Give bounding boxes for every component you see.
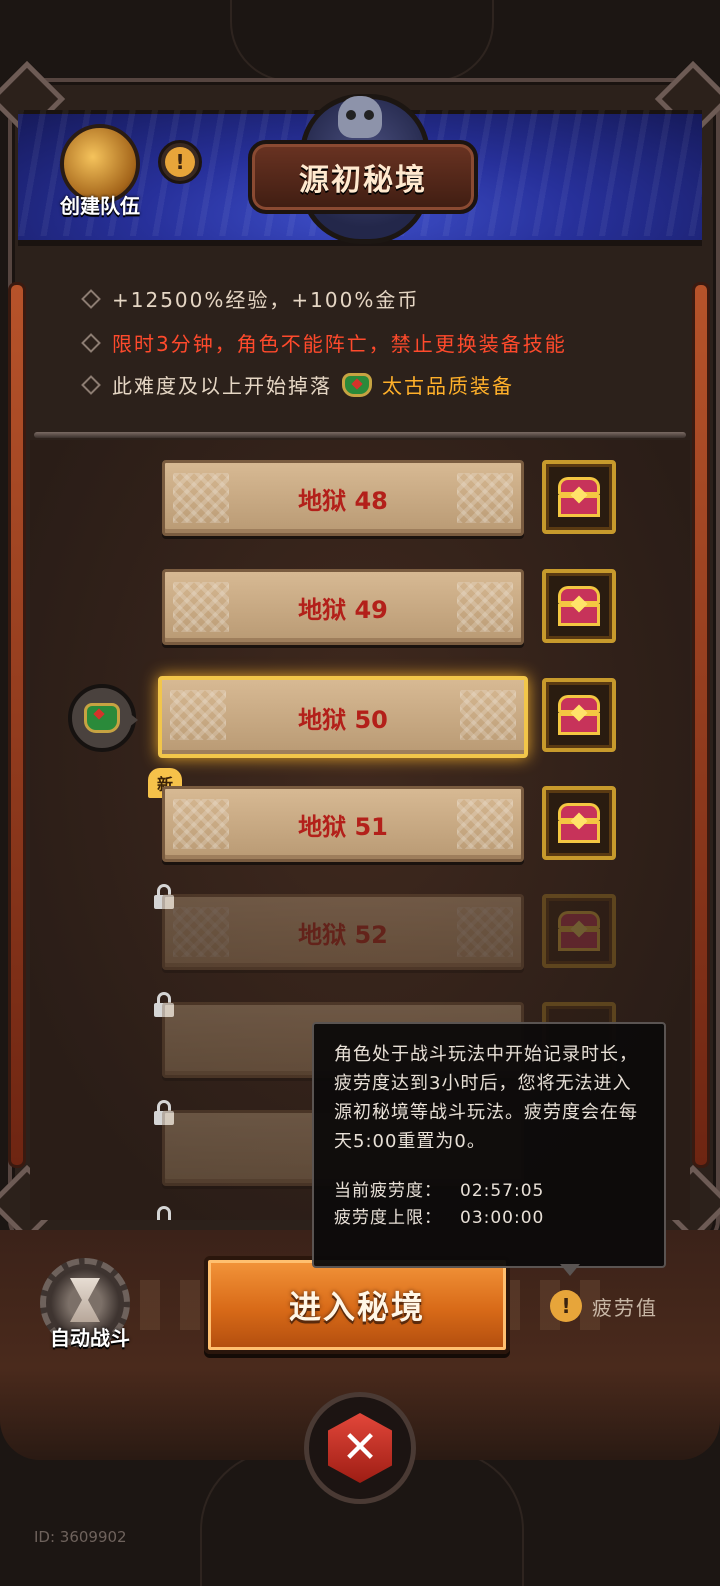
skull-emblem-icon (338, 96, 382, 138)
bullet-diamond-icon (81, 288, 101, 309)
page-title: 源初秘境 (299, 163, 427, 198)
level-button-52[interactable]: 地狱 52 (162, 894, 524, 970)
left-side-bar (8, 282, 26, 1168)
gem-armor-icon (342, 372, 372, 397)
chest-icon (558, 695, 600, 735)
crossed-swords-icon: ✕ (328, 1413, 392, 1483)
level-label: 地狱 51 (298, 812, 388, 841)
drop-text: 此难度及以上开始掉落 (112, 374, 332, 398)
info-button[interactable]: ! (158, 140, 202, 184)
reward-chest-button-52[interactable] (542, 894, 616, 968)
chest-icon (558, 477, 600, 517)
warning-icon: ! (550, 1290, 582, 1322)
knot-ornament-icon (460, 690, 516, 740)
fatigue-button[interactable]: ! 疲劳值 (550, 1290, 658, 1322)
reward-text: +12500%经验，+100%金币 (112, 288, 420, 312)
auto-battle-label[interactable]: 自动战斗 (30, 1322, 150, 1351)
knot-ornament-icon (457, 582, 513, 632)
chest-icon (558, 586, 600, 626)
level-label: 地狱 52 (298, 920, 388, 949)
level-label: 地狱 48 (298, 486, 388, 515)
user-id: ID: 3609902 (34, 1528, 127, 1546)
bullet-diamond-icon (81, 374, 101, 395)
knot-ornament-icon (173, 473, 229, 523)
lock-icon (154, 1206, 174, 1232)
current-fatigue-row: 当前疲劳度： 02:57:05 (334, 1178, 644, 1205)
title-plate: 源初秘境 (248, 140, 478, 214)
gem-armor-icon (84, 703, 120, 733)
reward-chest-button-49[interactable] (542, 569, 616, 643)
background-ornament-top (230, 0, 494, 82)
create-team-label[interactable]: 创建队伍 (40, 190, 160, 219)
reward-chest-button-51[interactable] (542, 786, 616, 860)
fatigue-limit-row: 疲劳度上限： 03:00:00 (334, 1205, 644, 1232)
chest-icon (558, 803, 600, 843)
knot-ornament-icon (173, 907, 229, 957)
current-fatigue-label: 当前疲劳度： (334, 1181, 442, 1201)
fatigue-limit-value: 03:00:00 (460, 1208, 545, 1228)
reward-line: +12500%经验，+100%金币 (81, 284, 420, 313)
knot-ornament-icon (173, 582, 229, 632)
level-button-49[interactable]: 地狱 49 (162, 569, 524, 645)
knot-ornament-icon (457, 473, 513, 523)
level-button-50[interactable]: 地狱 50 (158, 676, 528, 758)
drop-line: 此难度及以上开始掉落 太古品质装备 (81, 370, 514, 399)
quality-text: 太古品质装备 (382, 374, 514, 398)
fatigue-tooltip: 角色处于战斗玩法中开始记录时长，疲劳度达到3小时后，您将无法进入源初秘境等战斗玩… (312, 1022, 666, 1276)
knot-ornament-icon (457, 907, 513, 957)
knot-ornament-icon (457, 799, 513, 849)
current-selection-marker (68, 684, 138, 752)
level-button-51[interactable]: 地狱 51 (162, 786, 524, 862)
level-button-48[interactable]: 地狱 48 (162, 460, 524, 536)
level-label: 地狱 50 (298, 705, 388, 734)
divider (34, 432, 686, 438)
enter-dungeon-button[interactable]: 进入秘境 (204, 1256, 510, 1354)
reward-chest-button-50[interactable] (542, 678, 616, 752)
fatigue-label: 疲劳值 (592, 1295, 658, 1320)
info-icon: ! (165, 147, 195, 177)
current-fatigue-value: 02:57:05 (460, 1181, 545, 1201)
reward-chest-button-48[interactable] (542, 460, 616, 534)
chest-icon (558, 911, 600, 951)
rule-text: 限时3分钟，角色不能阵亡，禁止更换装备技能 (112, 332, 567, 356)
knot-ornament-icon (173, 799, 229, 849)
bullet-diamond-icon (81, 332, 101, 353)
right-side-bar (692, 282, 710, 1168)
tooltip-text: 角色处于战斗玩法中开始记录时长，疲劳度达到3小时后，您将无法进入源初秘境等战斗玩… (334, 1044, 638, 1152)
enter-dungeon-label: 进入秘境 (288, 1288, 425, 1326)
battle-home-button[interactable]: ✕ (304, 1392, 416, 1504)
knot-ornament-icon (170, 690, 226, 740)
fatigue-limit-label: 疲劳度上限： (334, 1208, 442, 1228)
rule-line: 限时3分钟，角色不能阵亡，禁止更换装备技能 (81, 328, 567, 357)
level-label: 地狱 49 (298, 595, 388, 624)
